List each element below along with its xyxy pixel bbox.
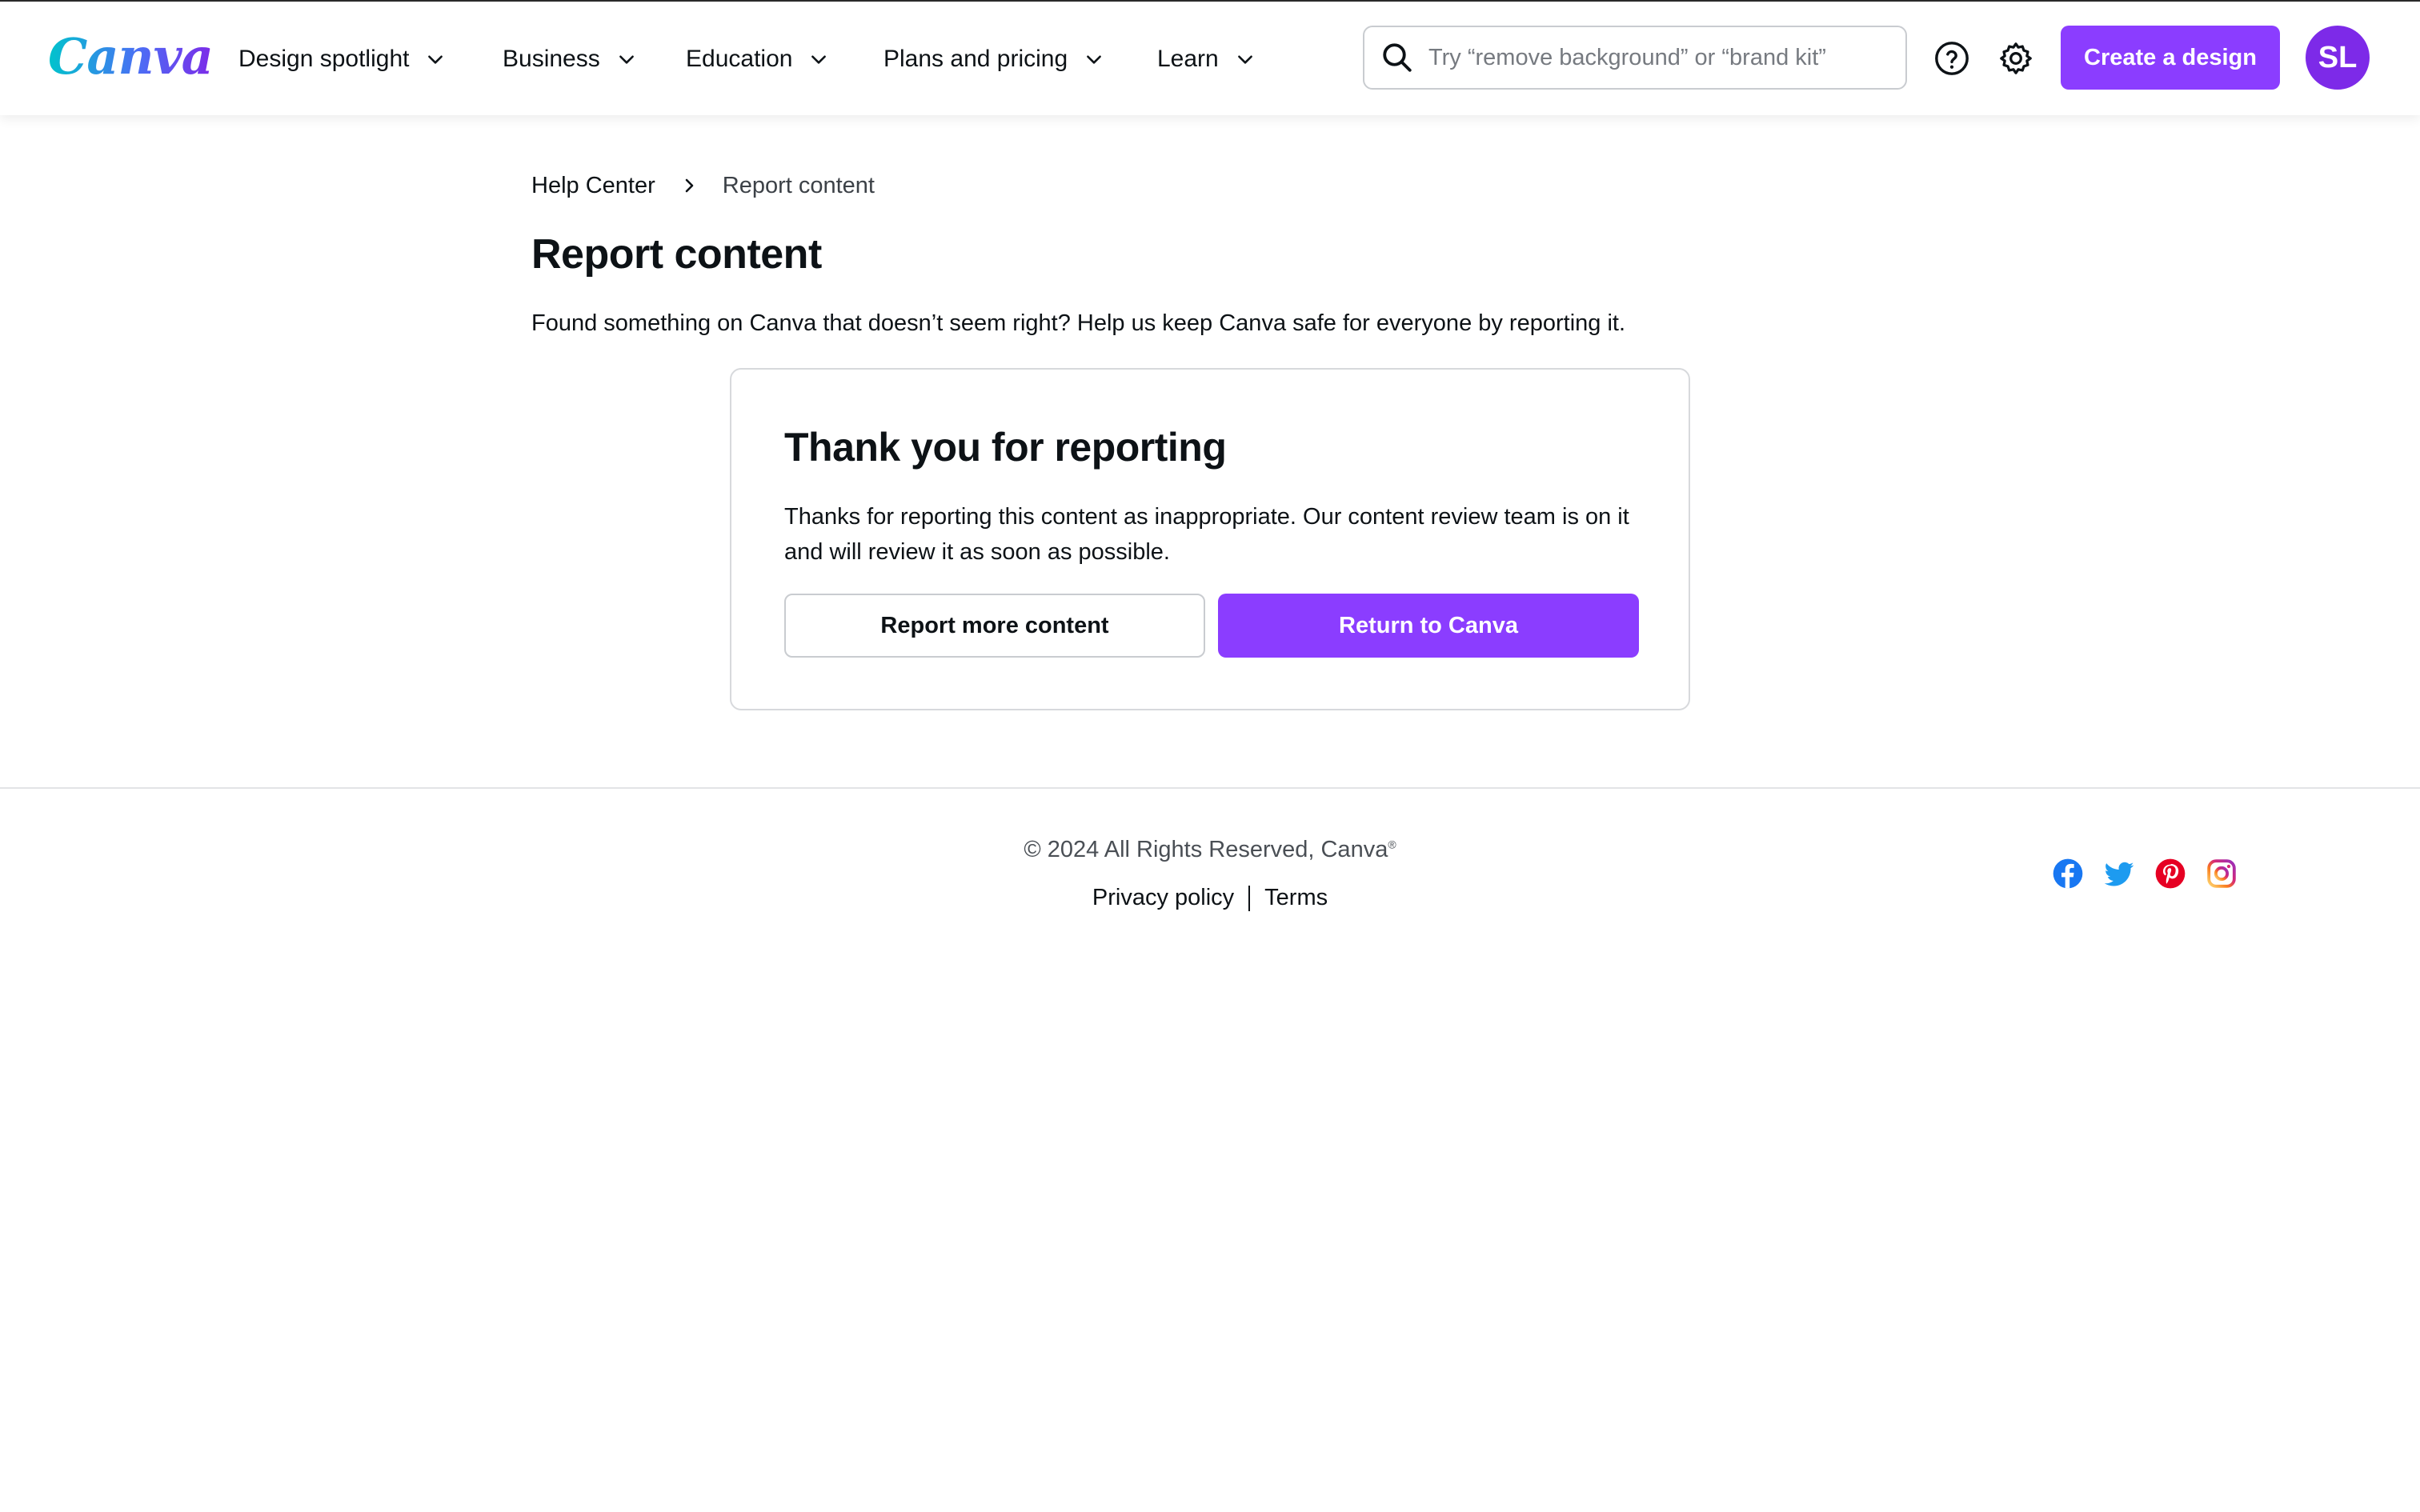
nav-education[interactable]: Education xyxy=(686,40,829,78)
help-circle-icon[interactable] xyxy=(1933,40,1970,77)
create-a-design-button[interactable]: Create a design xyxy=(2061,26,2280,90)
nav-learn-label: Learn xyxy=(1157,46,1219,72)
top-navigation-bar: Canva Design spotlight Business Educatio… xyxy=(0,2,2420,115)
nav-learn[interactable]: Learn xyxy=(1157,40,1256,78)
confirmation-card: Thank you for reporting Thanks for repor… xyxy=(730,368,1690,710)
nav-design-spotlight[interactable]: Design spotlight xyxy=(238,40,446,78)
search-icon[interactable] xyxy=(1380,41,1414,74)
card-title: Thank you for reporting xyxy=(784,425,1227,470)
nav-business-label: Business xyxy=(503,46,600,72)
nav-plans-and-pricing[interactable]: Plans and pricing xyxy=(883,40,1104,78)
nav-education-label: Education xyxy=(686,46,793,72)
chevron-down-icon xyxy=(811,55,827,64)
twitter-icon[interactable] xyxy=(2103,858,2135,890)
user-avatar[interactable]: SL xyxy=(2306,26,2370,90)
terms-link[interactable]: Terms xyxy=(1264,885,1328,910)
chevron-down-icon xyxy=(428,55,443,64)
instagram-icon[interactable] xyxy=(2206,858,2238,890)
report-more-content-button[interactable]: Report more content xyxy=(784,594,1205,658)
search-box xyxy=(1363,26,1907,90)
chevron-down-icon xyxy=(619,55,634,64)
breadcrumb-help-center-link[interactable]: Help Center xyxy=(531,173,655,199)
privacy-policy-link[interactable]: Privacy policy xyxy=(1092,885,1234,910)
trademark-symbol: ® xyxy=(1388,838,1396,851)
nav-plans-and-pricing-label: Plans and pricing xyxy=(883,46,1068,72)
search-input[interactable] xyxy=(1428,44,1905,71)
nav-business[interactable]: Business xyxy=(503,40,637,78)
copyright-text: © 2024 All Rights Reserved, Canva xyxy=(1024,837,1388,862)
breadcrumb-current: Report content xyxy=(722,172,875,198)
page-title: Report content xyxy=(531,231,822,278)
footer-divider xyxy=(0,787,2420,789)
breadcrumb: Help Center Report content xyxy=(531,170,875,202)
gear-icon[interactable] xyxy=(1997,40,2034,77)
chevron-down-icon xyxy=(1237,55,1252,64)
return-to-canva-button[interactable]: Return to Canva xyxy=(1218,594,1639,658)
pinterest-icon[interactable] xyxy=(2154,858,2186,890)
canva-logo[interactable]: Canva xyxy=(48,26,214,88)
nav-design-spotlight-label: Design spotlight xyxy=(238,46,410,72)
footer-link-divider xyxy=(1248,886,1251,912)
page-intro-text: Found something on Canva that doesn’t se… xyxy=(531,310,1626,336)
card-message: Thanks for reporting this content as ina… xyxy=(784,504,1629,565)
chevron-right-icon xyxy=(685,178,694,193)
facebook-icon[interactable] xyxy=(2052,858,2084,890)
chevron-down-icon xyxy=(1087,55,1102,64)
